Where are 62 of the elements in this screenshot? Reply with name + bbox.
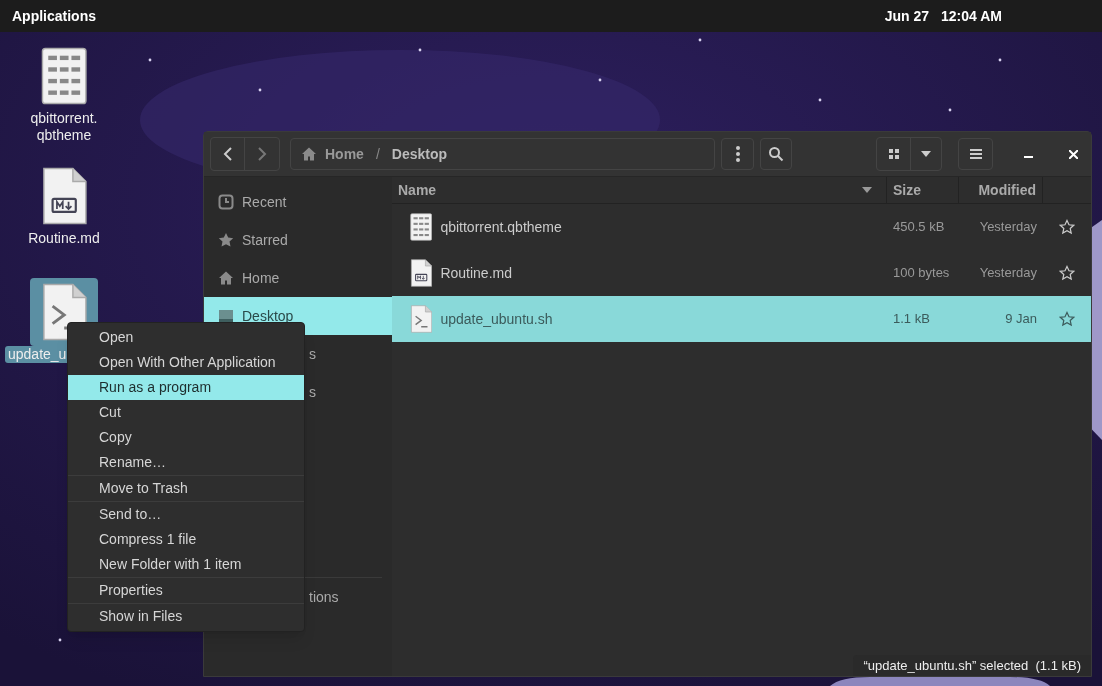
search-icon: [768, 146, 785, 162]
file-row[interactable]: qbittorrent.qbtheme 450.5 kB Yesterday: [392, 204, 1091, 250]
markdown-file-icon: [410, 259, 433, 287]
menu-item[interactable]: New Folder with 1 item: [68, 552, 304, 577]
menu-item[interactable]: Move to Trash: [68, 476, 304, 501]
star-icon: [218, 232, 234, 248]
clock-text: 12:04 AM: [941, 6, 1002, 26]
forward-icon: [257, 147, 267, 161]
hex-file-icon: [40, 47, 88, 105]
caret-icon: [921, 151, 932, 157]
home-icon: [218, 270, 234, 286]
file-size: 450.5 kB: [892, 218, 946, 237]
file-name: Routine.md: [440, 263, 512, 283]
sidebar-item[interactable]: Starred: [204, 221, 392, 259]
desktop-icon-label: qbittorrent. qbtheme: [29, 110, 99, 144]
sidebar-item[interactable]: Home: [204, 259, 392, 297]
menu-item[interactable]: Run as a program: [68, 375, 304, 400]
file-size: 100 bytes: [892, 264, 951, 283]
more-button[interactable]: [721, 138, 754, 170]
applications-menu[interactable]: Applications: [12, 5, 96, 27]
menu-item[interactable]: Send to…: [68, 502, 304, 527]
date-text: Jun 27: [884, 6, 930, 26]
menu-item[interactable]: Copy: [68, 425, 304, 450]
dots-icon: [735, 146, 740, 162]
column-header-cell[interactable]: Size: [887, 177, 959, 203]
desktop-icon: [218, 308, 234, 324]
script-file-icon: [410, 305, 433, 333]
star-outline-icon: [1059, 311, 1075, 327]
file-size: 1.1 kB: [892, 310, 931, 329]
column-header-cell[interactable]: Name: [392, 177, 887, 203]
file-name: qbittorrent.qbtheme: [440, 217, 562, 237]
sort-caret-icon: [862, 187, 872, 193]
file-row[interactable]: update_ubuntu.sh 1.1 kB 9 Jan: [392, 296, 1091, 342]
file-modified: Yesterday: [978, 218, 1038, 237]
path-bar[interactable]: Home / Desktop: [290, 138, 716, 170]
star-outline-icon: [1059, 219, 1075, 235]
file-modified: Yesterday: [978, 264, 1038, 283]
close-icon: [1069, 149, 1078, 159]
file-name: update_ubuntu.sh: [440, 309, 553, 329]
menu-item[interactable]: Show in Files: [68, 604, 304, 629]
sidebar-item[interactable]: Recent: [204, 183, 392, 221]
home-icon: [301, 146, 317, 162]
markdown-file-icon: [40, 167, 88, 225]
star-outline-icon: [1059, 265, 1075, 281]
path-segment[interactable]: Home: [325, 143, 364, 165]
desktop-icon-label: Routine.md: [27, 230, 101, 247]
hex-file-icon: [410, 213, 433, 241]
path-segment[interactable]: Desktop: [391, 143, 448, 165]
menu-item[interactable]: Rename…: [68, 450, 304, 475]
file-modified: 9 Jan: [1004, 310, 1038, 329]
back-icon: [222, 147, 233, 161]
menu-item[interactable]: Compress 1 file: [68, 527, 304, 552]
menu-icon: [969, 149, 982, 159]
grid-icon: [888, 149, 899, 159]
menu-item[interactable]: Properties: [68, 578, 304, 603]
search-button[interactable]: [759, 138, 793, 170]
menu-item[interactable]: Cut: [68, 400, 304, 425]
clock-icon: [218, 194, 234, 210]
file-row[interactable]: Routine.md 100 bytes Yesterday: [392, 250, 1091, 296]
menu-button[interactable]: [958, 138, 994, 170]
column-header-cell[interactable]: Modified: [959, 177, 1043, 203]
path-separator: /: [375, 144, 380, 164]
